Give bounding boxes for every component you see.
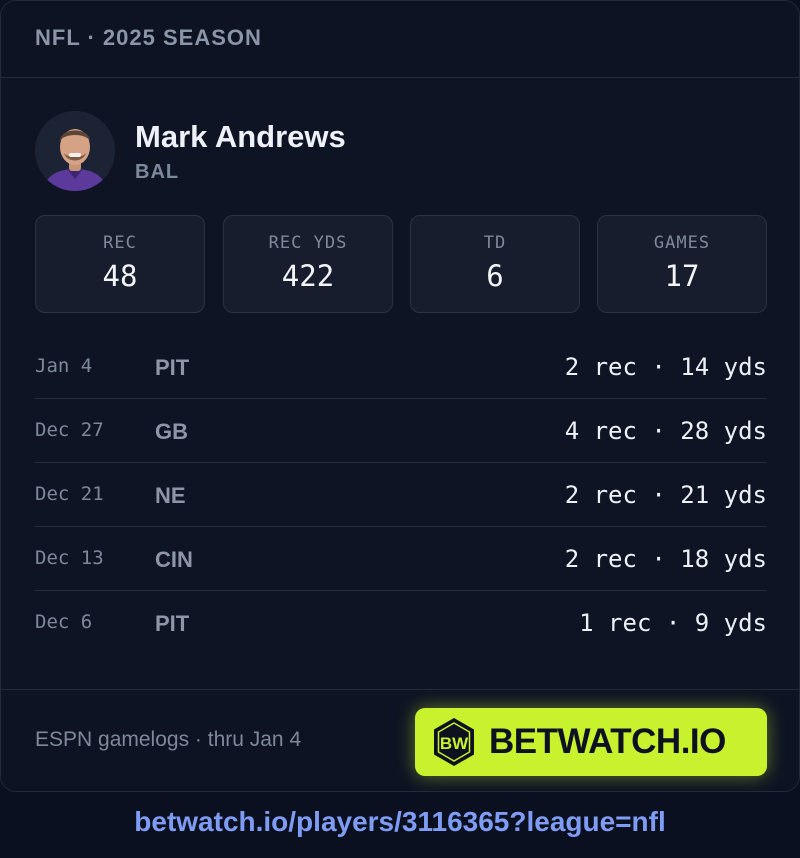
data-source-note: ESPN gamelogs · thru Jan 4 [35, 728, 302, 751]
season-stats: REC 48 REC YDS 422 TD 6 GAMES 17 [35, 215, 767, 313]
stat-label: REC [103, 233, 137, 253]
game-row: Dec 21 NE 2 rec · 21 yds [35, 463, 767, 527]
game-opponent: NE [155, 483, 186, 508]
stat-value: 48 [102, 259, 138, 293]
stat-value: 422 [281, 259, 335, 293]
betwatch-brand-button[interactable]: BW BETWATCH.IO [415, 708, 767, 776]
game-stat-line: 2 rec · 14 yds [564, 353, 767, 381]
svg-text:BW: BW [440, 734, 469, 753]
player-info: Mark Andrews BAL [35, 111, 346, 191]
game-row: Jan 4 PIT 2 rec · 14 yds [35, 335, 767, 399]
stat-value: 6 [486, 259, 504, 293]
game-row: Dec 13 CIN 2 rec · 18 yds [35, 527, 767, 591]
game-row: Dec 27 GB 4 rec · 28 yds [35, 399, 767, 463]
game-opponent: PIT [155, 355, 190, 380]
player-page-link[interactable]: betwatch.io/players/3116365?league=nfl [0, 806, 800, 838]
stat-value: 17 [664, 259, 700, 293]
game-opponent: PIT [155, 611, 190, 636]
stat-label: REC YDS [268, 233, 348, 253]
stat-td: TD 6 [410, 215, 580, 313]
game-row: Dec 6 PIT 1 rec · 9 yds [35, 591, 767, 655]
player-name: Mark Andrews [135, 118, 346, 154]
game-stat-line: 1 rec · 9 yds [579, 609, 767, 637]
game-date: Dec 21 [35, 483, 104, 505]
stat-label: TD [483, 233, 507, 253]
game-log: Jan 4 PIT 2 rec · 14 yds Dec 27 GB 4 rec… [35, 335, 767, 655]
game-opponent: CIN [155, 547, 193, 572]
player-avatar [35, 111, 115, 191]
game-opponent: GB [155, 419, 188, 444]
game-date: Dec 27 [35, 419, 104, 441]
stat-label: GAMES [653, 233, 711, 253]
game-stat-line: 4 rec · 28 yds [564, 417, 767, 445]
stat-rec-yds: REC YDS 422 [223, 215, 393, 313]
player-headshot-icon [35, 111, 115, 191]
betwatch-logo-icon: BW [434, 718, 474, 766]
brand-name: BETWATCH.IO [489, 722, 726, 761]
stat-games: GAMES 17 [597, 215, 767, 313]
game-stat-line: 2 rec · 21 yds [564, 481, 767, 509]
player-card: NFL · 2025 SEASON Mark Andrews BAL REC 4… [0, 0, 800, 792]
game-date: Dec 13 [35, 547, 104, 569]
game-stat-line: 2 rec · 18 yds [564, 545, 767, 573]
stat-rec: REC 48 [35, 215, 205, 313]
game-date: Dec 6 [35, 611, 93, 633]
card-header: NFL · 2025 SEASON [1, 1, 799, 78]
player-text: Mark Andrews BAL [135, 119, 346, 184]
league-season-label: NFL · 2025 SEASON [35, 25, 262, 50]
game-date: Jan 4 [35, 355, 93, 377]
player-team: BAL [135, 160, 180, 183]
card-footer: ESPN gamelogs · thru Jan 4 BW BETWATCH.I… [1, 689, 799, 791]
